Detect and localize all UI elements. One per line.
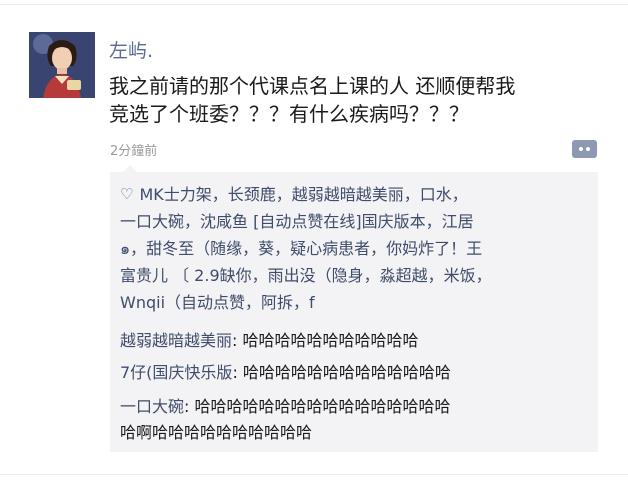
comment-author[interactable]: 一口大碗 bbox=[120, 397, 184, 416]
more-dots-icon bbox=[579, 147, 583, 151]
bottom-divider bbox=[0, 474, 628, 475]
likes-line: ♡ MK士力架，长颈鹿，越弱越暗越美丽，口水， bbox=[120, 181, 592, 208]
top-divider bbox=[0, 4, 628, 5]
likes-line[interactable]: 富贵儿 〔 2.9缺你，雨出没（隐身，淼超越，米饭， bbox=[120, 262, 592, 289]
likes-line[interactable]: ๑，甜冬至（随缘，葵，疑心病患者，你妈炸了！王 bbox=[120, 235, 592, 262]
comment-colon: : bbox=[232, 331, 243, 350]
likes-names[interactable]: MK士力架，长颈鹿，越弱越暗越美丽，口水， bbox=[139, 181, 467, 208]
more-actions-button[interactable] bbox=[572, 140, 597, 158]
comment-text: 哈哈哈哈哈哈哈哈哈哈哈 bbox=[242, 331, 419, 350]
likes-line[interactable]: 一口大碗，沈咸鱼 [自动点赞在线]国庆版本，江居 bbox=[120, 208, 592, 235]
comment[interactable]: 越弱越暗越美丽: 哈哈哈哈哈哈哈哈哈哈哈 bbox=[120, 328, 592, 354]
comment[interactable]: 7仔(国庆快乐版: 哈哈哈哈哈哈哈哈哈哈哈哈哈 bbox=[120, 360, 592, 386]
comment-text: 哈哈哈哈哈哈哈哈哈哈哈哈哈哈哈哈 bbox=[194, 397, 451, 416]
comment-colon: : bbox=[184, 397, 195, 416]
comment-text-continued: 哈啊哈哈哈哈哈哈哈哈哈哈 bbox=[120, 423, 313, 442]
comment[interactable]: 一口大碗: 哈哈哈哈哈哈哈哈哈哈哈哈哈哈哈哈 哈啊哈哈哈哈哈哈哈哈哈哈 bbox=[120, 394, 592, 446]
likes-list: ♡ MK士力架，长颈鹿，越弱越暗越美丽，口水， 一口大碗，沈咸鱼 [自动点赞在线… bbox=[120, 181, 592, 316]
comment-colon: : bbox=[232, 363, 243, 382]
post-text-line: 竞选了个班委？？？有什么疾病吗？？？ bbox=[109, 102, 469, 126]
post-author-name[interactable]: 左屿. bbox=[109, 36, 153, 63]
heart-outline-icon: ♡ bbox=[120, 185, 134, 203]
comment-author[interactable]: 7仔(国庆快乐版 bbox=[120, 363, 232, 382]
post-text-line: 我之前请的那个代课点名上课的人 还顺便帮我 bbox=[109, 74, 516, 98]
comment-line: 越弱越暗越美丽: 哈哈哈哈哈哈哈哈哈哈哈 bbox=[120, 328, 592, 354]
post-timestamp: 2分鐘前 bbox=[110, 144, 158, 159]
comment-author[interactable]: 越弱越暗越美丽 bbox=[120, 331, 232, 350]
avatar-image bbox=[29, 32, 95, 98]
likes-comments-panel: ♡ MK士力架，长颈鹿，越弱越暗越美丽，口水， 一口大碗，沈咸鱼 [自动点赞在线… bbox=[110, 165, 598, 452]
likes-line[interactable]: Wnqii（自动点赞，阿拆，f bbox=[120, 289, 592, 316]
comment-text: 哈哈哈哈哈哈哈哈哈哈哈哈哈 bbox=[242, 363, 451, 382]
comment-line: 一口大碗: 哈哈哈哈哈哈哈哈哈哈哈哈哈哈哈哈 bbox=[120, 394, 592, 420]
comment-line: 7仔(国庆快乐版: 哈哈哈哈哈哈哈哈哈哈哈哈哈 bbox=[120, 360, 592, 386]
avatar[interactable] bbox=[29, 32, 95, 98]
more-dots-icon bbox=[586, 147, 590, 151]
post-text: 我之前请的那个代课点名上课的人 还顺便帮我 竞选了个班委？？？有什么疾病吗？？？ bbox=[109, 72, 609, 128]
